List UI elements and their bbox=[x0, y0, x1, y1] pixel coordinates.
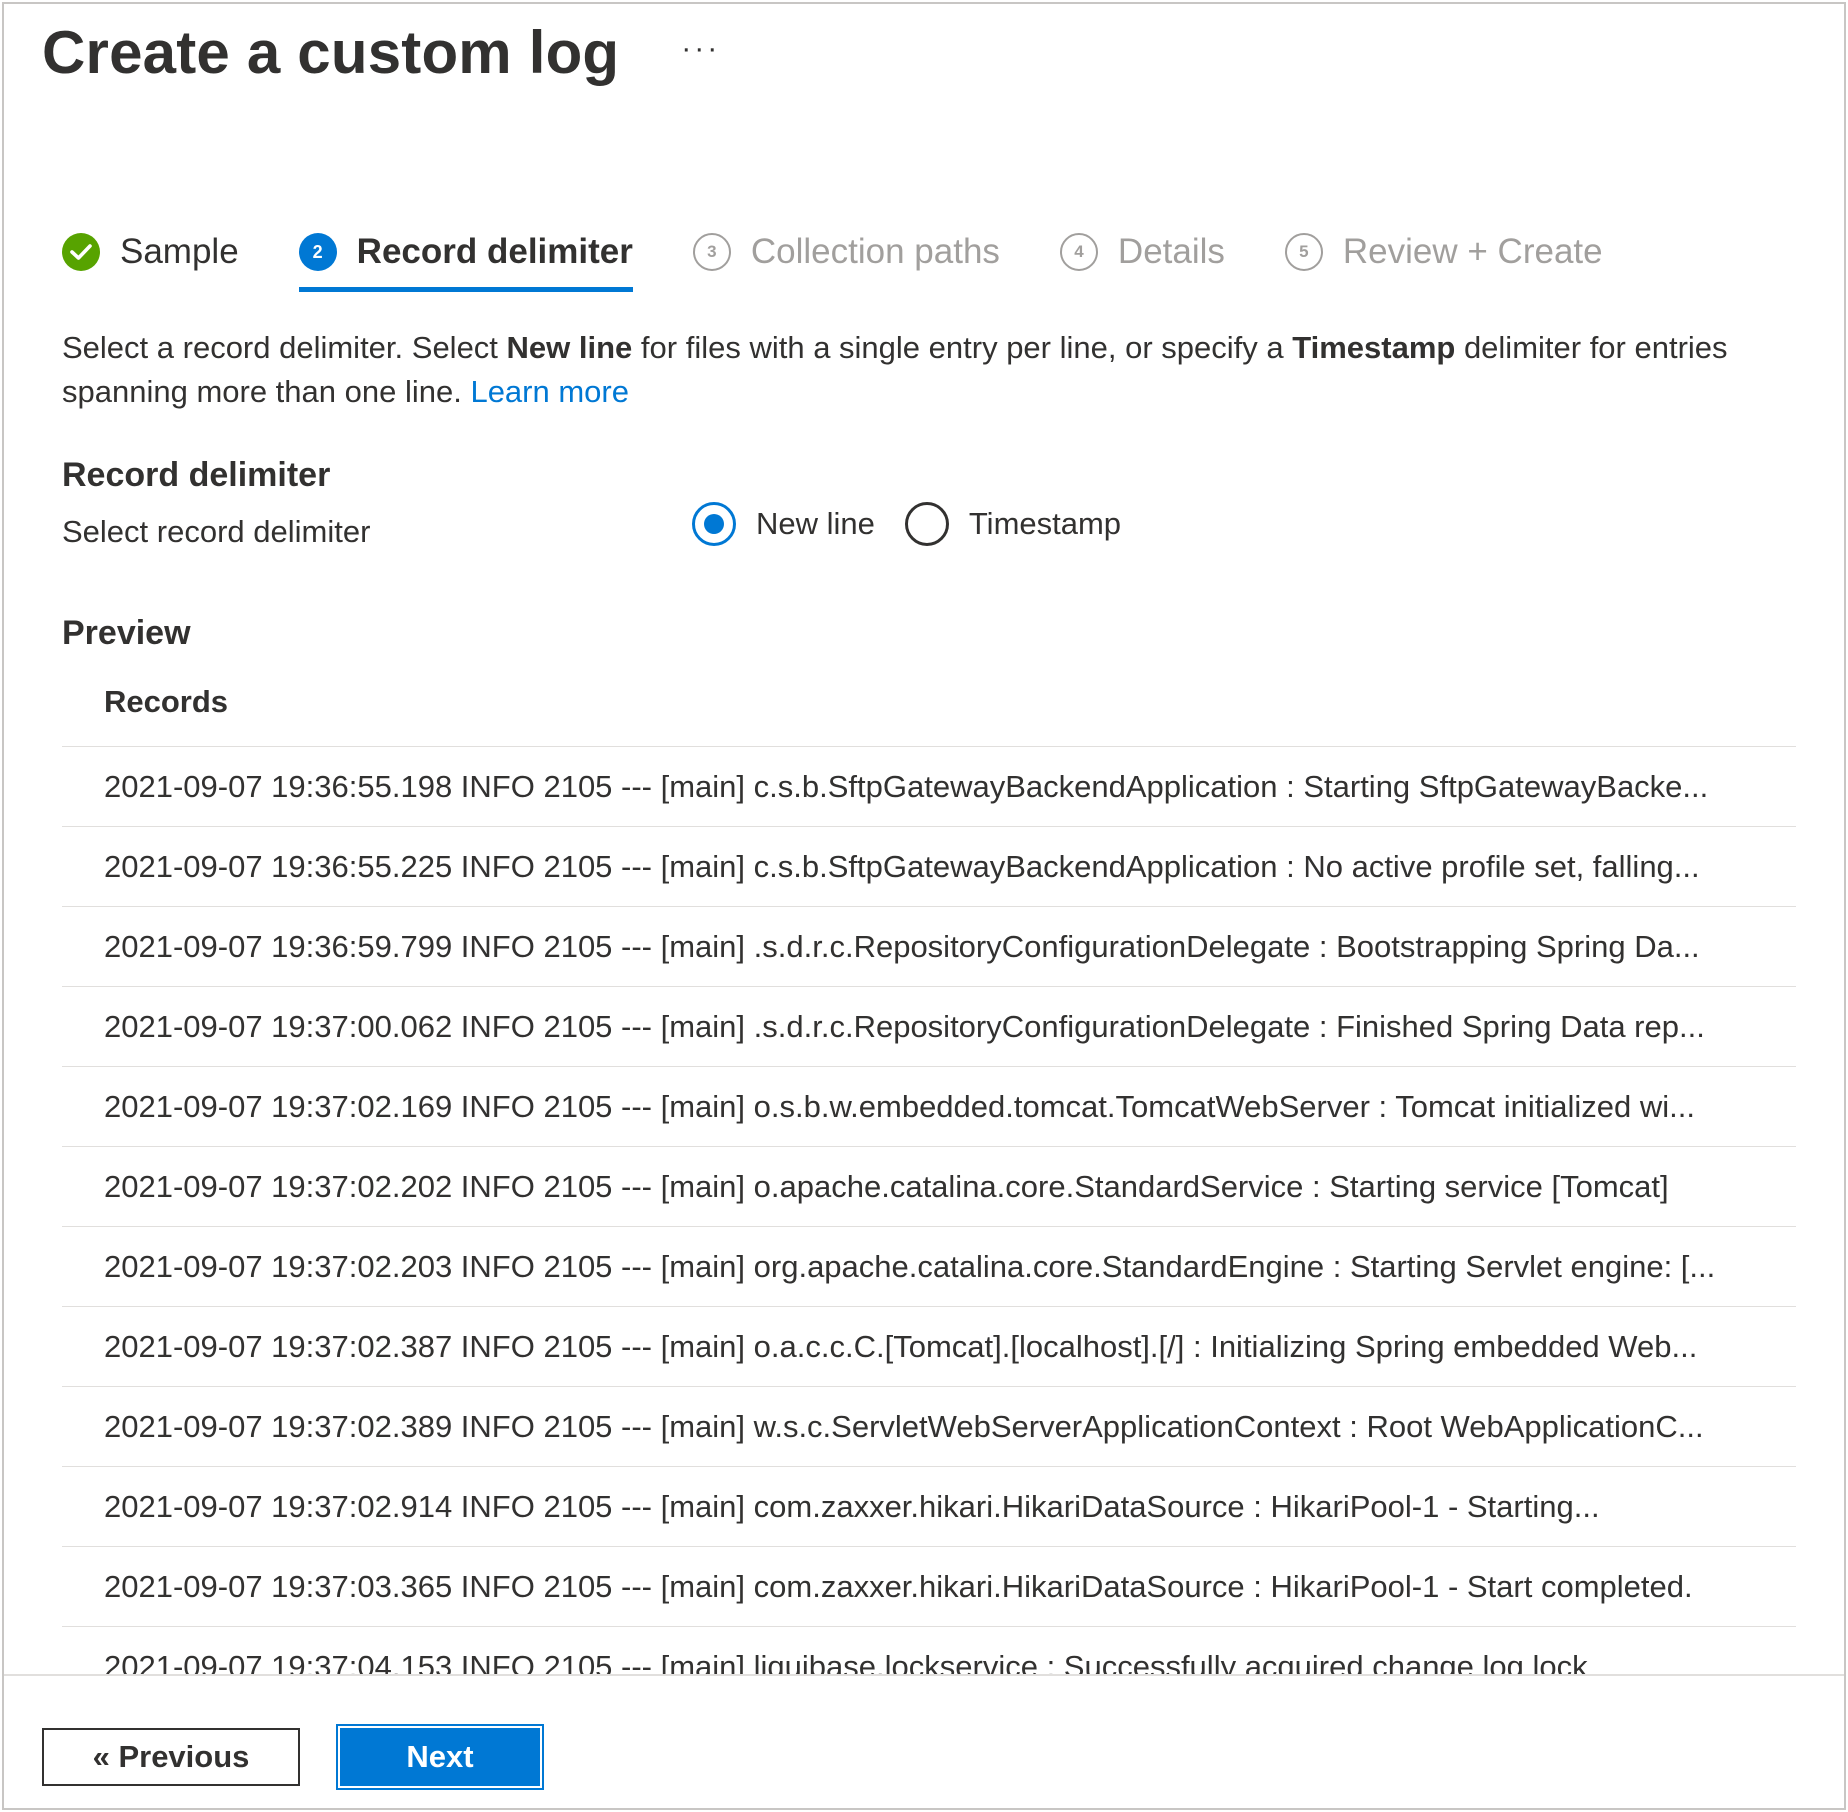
step-label: Sample bbox=[120, 232, 239, 271]
table-row: 2021-09-07 19:37:03.365 INFO 2105 --- [m… bbox=[62, 1547, 1796, 1627]
checkmark-icon bbox=[62, 233, 100, 271]
table-row: 2021-09-07 19:37:02.389 INFO 2105 --- [m… bbox=[62, 1387, 1796, 1467]
step-number-3: 3 bbox=[692, 233, 731, 271]
table-row: 2021-09-07 19:37:00.062 INFO 2105 --- [m… bbox=[62, 987, 1796, 1067]
radio-label[interactable]: Timestamp bbox=[969, 506, 1121, 542]
radio-timestamp[interactable]: Timestamp bbox=[904, 502, 1121, 546]
table-row: 2021-09-07 19:37:02.387 INFO 2105 --- [m… bbox=[62, 1307, 1796, 1387]
wizard-steps: Sample 2 Record delimiter 3 Collection p… bbox=[62, 224, 1603, 292]
footer-bar: « Previous Next bbox=[4, 1674, 1844, 1808]
table-row: 2021-09-07 19:36:55.198 INFO 2105 --- [m… bbox=[62, 747, 1796, 827]
table-row: 2021-09-07 19:37:02.914 INFO 2105 --- [m… bbox=[62, 1467, 1796, 1547]
table-row: 2021-09-07 19:36:55.225 INFO 2105 --- [m… bbox=[62, 827, 1796, 907]
description-text: Select a record delimiter. Select New li… bbox=[62, 330, 1728, 409]
step-label: Record delimiter bbox=[356, 232, 633, 271]
learn-more-link[interactable]: Learn more bbox=[470, 374, 629, 409]
step-record-delimiter[interactable]: 2 Record delimiter bbox=[298, 224, 634, 292]
table-row: 2021-09-07 19:37:04.153 INFO 2105 --- [m… bbox=[62, 1627, 1796, 1675]
next-button[interactable]: Next bbox=[336, 1724, 544, 1790]
table-row: 2021-09-07 19:37:02.203 INFO 2105 --- [m… bbox=[62, 1227, 1796, 1307]
records-column-header: Records bbox=[104, 684, 229, 719]
record-delimiter-heading: Record delimiter bbox=[62, 456, 331, 494]
step-sample[interactable]: Sample bbox=[62, 224, 239, 280]
step-number-4: 4 bbox=[1059, 233, 1098, 271]
table-row: 2021-09-07 19:37:02.169 INFO 2105 --- [m… bbox=[62, 1067, 1796, 1147]
preview-heading: Preview bbox=[62, 614, 191, 652]
step-label: Collection paths bbox=[750, 232, 1000, 271]
radio-new-line[interactable]: New line bbox=[692, 502, 875, 546]
step-review-create[interactable]: 5 Review + Create bbox=[1284, 224, 1603, 280]
radio-selected-icon[interactable] bbox=[692, 502, 736, 546]
page-title: Create a custom log bbox=[42, 19, 620, 86]
step-details[interactable]: 4 Details bbox=[1059, 224, 1225, 280]
select-record-delimiter-label: Select record delimiter bbox=[62, 514, 371, 549]
title-row: Create a custom log ··· bbox=[42, 18, 720, 87]
table-row: 2021-09-07 19:37:02.202 INFO 2105 --- [m… bbox=[62, 1147, 1796, 1227]
step-number-2: 2 bbox=[298, 233, 337, 271]
step-label: Details bbox=[1117, 232, 1225, 271]
create-custom-log-panel: Create a custom log ··· Sample 2 Record … bbox=[2, 2, 1846, 1810]
records-table[interactable]: 2021-09-07 19:36:55.198 INFO 2105 --- [m… bbox=[62, 746, 1796, 1674]
record-delimiter-radio-group: New line Timestamp bbox=[692, 502, 1121, 546]
table-row: 2021-09-07 19:36:59.799 INFO 2105 --- [m… bbox=[62, 907, 1796, 987]
radio-unselected-icon[interactable] bbox=[904, 502, 949, 546]
previous-button[interactable]: « Previous bbox=[42, 1728, 300, 1786]
step-collection-paths[interactable]: 3 Collection paths bbox=[692, 224, 1000, 280]
more-options-icon[interactable]: ··· bbox=[681, 32, 720, 66]
radio-label[interactable]: New line bbox=[756, 506, 875, 542]
step-label: Review + Create bbox=[1342, 232, 1603, 271]
step-number-5: 5 bbox=[1284, 233, 1323, 271]
